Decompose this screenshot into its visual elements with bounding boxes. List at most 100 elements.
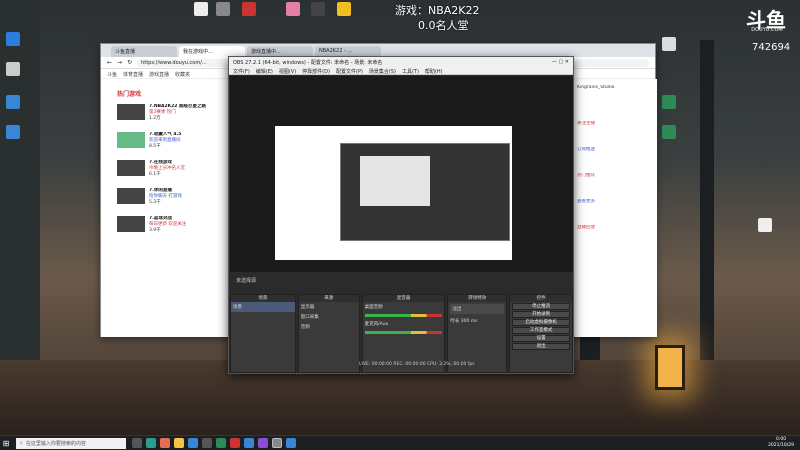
- taskbar: ⊞ ⌕ 在这里输入你要搜索的内容 0:00 2021/10/29: [0, 436, 800, 450]
- panel-link[interactable]: 直播回放: [577, 225, 653, 231]
- panel-title: 转场特效: [448, 295, 507, 302]
- explorer-icon[interactable]: [174, 438, 184, 448]
- panel-title: 来源: [298, 295, 359, 302]
- app-icon[interactable]: [230, 438, 240, 448]
- back-icon[interactable]: ←: [107, 59, 112, 66]
- source-item[interactable]: 显示器: [299, 302, 359, 312]
- scenes-panel: 场景 场景: [230, 294, 296, 373]
- browser-icon[interactable]: [160, 438, 170, 448]
- stop-stream-button[interactable]: 停止推流: [512, 303, 570, 310]
- menu-item[interactable]: 文件(F): [233, 68, 250, 75]
- list-item[interactable]: 7.收藏人气 4.5 欢迎来到直播间 8.5千: [117, 132, 225, 150]
- system-clock[interactable]: 0:00 2021/10/29: [768, 437, 794, 449]
- studio-mode-button[interactable]: 工作室模式: [512, 327, 570, 334]
- desktop-icon[interactable]: [2, 32, 24, 48]
- app-icon: [337, 2, 351, 16]
- menu-item[interactable]: 编辑(E): [256, 68, 273, 75]
- app-icon[interactable]: [258, 438, 268, 448]
- browser-tab[interactable]: 斗鱼直播: [111, 46, 177, 57]
- thumbnail-image: [117, 160, 145, 176]
- list-item[interactable]: 7.休闲直播 陪你聊天 打游戏 5.3千: [117, 188, 225, 206]
- app-icon: [662, 125, 676, 139]
- bookmark-item[interactable]: 收藏夹: [175, 71, 190, 78]
- bookmark-item[interactable]: 体育直播: [123, 71, 143, 78]
- feed-list: 热门游戏 7.NBA2K22 超级巨星之路 第3赛季 热门 1.2万 7.收藏人气 …: [101, 79, 231, 337]
- desktop-icon[interactable]: [2, 95, 24, 111]
- panel-link[interactable]: 订阅推送: [577, 147, 653, 153]
- search-icon: ⌕: [20, 440, 23, 446]
- desktop-icon[interactable]: [658, 95, 680, 111]
- app-icon[interactable]: [286, 438, 296, 448]
- bookmark-item[interactable]: 游戏直播: [149, 71, 169, 78]
- nested-preview: [360, 156, 430, 206]
- obs-window[interactable]: OBS 27.2.1 (64-bit, windows) - 配置文件: 未命名…: [228, 56, 574, 374]
- item-count: 5.3千: [149, 200, 161, 205]
- scene-item[interactable]: 场景: [231, 302, 295, 312]
- edge-icon[interactable]: [146, 438, 156, 448]
- obs-preview[interactable]: [230, 76, 573, 272]
- duration-input[interactable]: 300 ms: [461, 319, 478, 324]
- panel-link[interactable]: 关注主播: [577, 121, 653, 127]
- desktop-icon[interactable]: [307, 2, 329, 18]
- menu-item[interactable]: 帮助(H): [425, 68, 443, 75]
- source-item[interactable]: 窗口采集: [299, 312, 359, 322]
- menu-item[interactable]: 工具(T): [402, 68, 419, 75]
- start-recording-button[interactable]: 开始录制: [512, 311, 570, 318]
- douyu-url: DOUYU.COM: [751, 27, 783, 33]
- desktop-icon[interactable]: [2, 62, 24, 78]
- app-icon: [311, 2, 325, 16]
- app-icon: [194, 2, 208, 16]
- panel-title: 混音器: [362, 295, 445, 302]
- desktop-icon[interactable]: [754, 218, 776, 234]
- desktop-icon[interactable]: [282, 2, 304, 18]
- menu-item[interactable]: 停靠部件(D): [302, 68, 330, 75]
- thumbnail-image: [117, 216, 145, 232]
- desktop-icon[interactable]: [190, 2, 212, 18]
- desktop-icon[interactable]: [2, 125, 24, 141]
- forward-icon[interactable]: →: [117, 59, 122, 66]
- app-icon: [6, 125, 20, 139]
- source-toolbar: 未选择源: [230, 274, 573, 292]
- list-item[interactable]: 7.NBA2K22 超级巨星之路 第3赛季 热门 1.2万: [117, 104, 225, 122]
- menu-item[interactable]: 场景集合(S): [369, 68, 396, 75]
- user-name[interactable]: Kingrains_Studio: [577, 85, 653, 91]
- app-icon[interactable]: [188, 438, 198, 448]
- desktop-icon[interactable]: [658, 125, 680, 141]
- search-placeholder: 在这里输入你要搜索的内容: [25, 440, 86, 447]
- panel-link[interactable]: 热门推荐: [577, 173, 653, 179]
- exit-button[interactable]: 退出: [512, 343, 570, 350]
- obs-icon[interactable]: [272, 438, 282, 448]
- clock-date: 2021/10/29: [768, 443, 794, 448]
- source-item[interactable]: 音频: [299, 322, 359, 332]
- background-pillar: [0, 0, 40, 360]
- virtual-camera-button[interactable]: 启动虚拟摄像机: [512, 319, 570, 326]
- xbox-icon[interactable]: [216, 438, 226, 448]
- taskbar-search[interactable]: ⌕ 在这里输入你要搜索的内容: [16, 437, 126, 449]
- reload-icon[interactable]: ↻: [127, 59, 132, 66]
- audio-meter: [364, 314, 443, 317]
- panel-link[interactable]: 查看更多: [577, 199, 653, 205]
- settings-button[interactable]: 设置: [512, 335, 570, 342]
- list-item[interactable]: 7.在线游戏 今晚上分冲名人堂 6.1千: [117, 160, 225, 178]
- desktop-icon[interactable]: [238, 2, 260, 18]
- menu-item[interactable]: 视图(V): [279, 68, 296, 75]
- window-title: OBS 27.2.1 (64-bit, windows) - 配置文件: 未命名…: [233, 60, 383, 66]
- app-icon: [662, 37, 676, 51]
- app-icon: [286, 2, 300, 16]
- transition-select[interactable]: 淡出: [450, 304, 505, 314]
- app-icon[interactable]: [202, 438, 212, 448]
- bookmark-item[interactable]: 斗鱼: [107, 71, 117, 78]
- desktop-icon[interactable]: [212, 2, 234, 18]
- desktop-icon[interactable]: [658, 37, 680, 53]
- right-panel: Kingrains_Studio 关注主播 订阅推送 热门推荐 查看更多 直播回…: [573, 79, 657, 337]
- obs-title-bar: OBS 27.2.1 (64-bit, windows) - 配置文件: 未命名…: [229, 57, 573, 67]
- windows-start-icon[interactable]: ⊞: [0, 436, 12, 450]
- item-count: 3.9千: [149, 228, 161, 233]
- app-icon: [662, 95, 676, 109]
- list-item[interactable]: 7.篮球对战 每日更新 欢迎关注 3.9千: [117, 216, 225, 234]
- desktop-icon[interactable]: [333, 2, 355, 18]
- menu-item[interactable]: 配置文件(P): [336, 68, 363, 75]
- app-icon[interactable]: [244, 438, 254, 448]
- task-view-icon[interactable]: [132, 438, 142, 448]
- window-controls[interactable]: — ▢ ✕: [552, 59, 569, 65]
